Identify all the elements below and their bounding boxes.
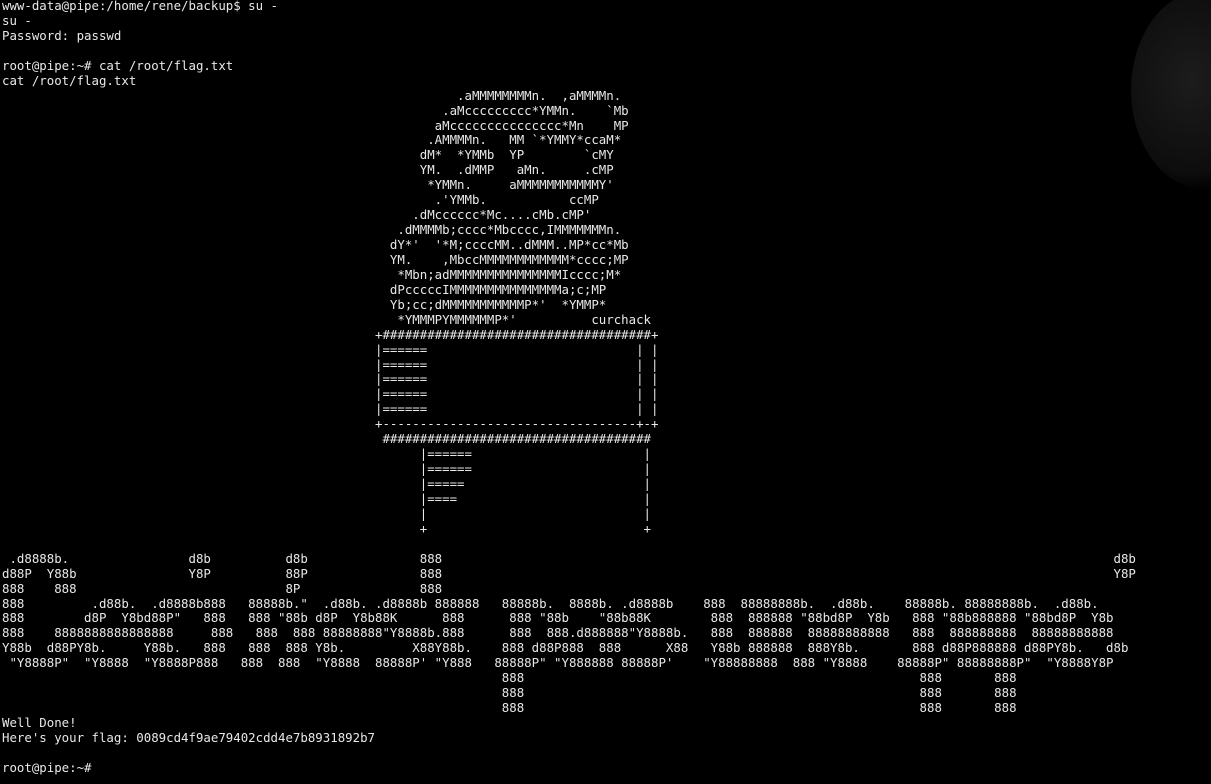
terminal-line: dPcccccIMMMMMMMMMMMMMMMa;c;MP [2,281,607,297]
terminal-line: .d8888b. d8b d8b 888 d8b [2,550,1136,566]
terminal-line: |====== | | [2,356,659,372]
terminal-line: d88P Y88b Y8P 88P 888 Y8P [2,565,1136,581]
terminal-line: |====== | | [2,401,659,417]
terminal-line: |====== | | [2,371,659,387]
terminal-line: 888 888 8P 888 [2,580,443,596]
terminal-line: 888 888 888 [2,670,1017,686]
terminal-line: 888 888 888 [2,685,1017,701]
terminal-line: |====== | [2,461,652,477]
terminal-line: 888 8888888888888888 888 888 888 8888888… [2,625,1114,641]
terminal-line: .AMMMMn. MM `*YMMY*ccaM* [2,132,622,148]
terminal-line: +----------------------------------+-+ [2,416,659,432]
terminal-line: aMccccccccccccccc*Mn MP [2,117,629,133]
terminal-line: *YMMMPYMMMMMMP*' curchack [2,311,652,327]
terminal-line: +####################################+ [2,326,659,342]
terminal-line: 888 .d88b. .d8888b888 88888b." .d88b. .d… [2,595,1099,611]
terminal-line: Y88b d88PY8b. Y88b. 888 888 888 Y8b. X88… [2,640,1129,656]
terminal-line: Here's your flag: 0089cd4f9ae79402cdd4e7… [2,729,375,745]
terminal-line: #################################### [2,431,652,447]
terminal-line: dY*' '*M;ccccMM..dMMM..MP*cc*Mb [2,237,629,252]
terminal-line: YM. ,MbccMMMMMMMMMMMM*cccc;MP [2,251,629,267]
terminal-window[interactable]: www-data@pipe:/home/rene/backup$ su - su … [0,0,1211,784]
terminal-line: .'YMMb. ccMP [2,192,599,208]
terminal-line: |==== | [2,490,652,506]
terminal-line: |====== | [2,446,652,462]
terminal-line: .aMMMMMMMMn. ,aMMMMn. [2,87,622,103]
terminal-line: Well Done! [2,715,77,730]
terminal-line: dM* *YMMb YP `cMY [2,147,614,163]
terminal-output: www-data@pipe:/home/rene/backup$ su - su … [2,0,1136,776]
terminal-line: *Mbn;adMMMMMMMMMMMMMMMIcccc;M* [2,266,622,282]
terminal-line: YM. .dMMP aMn. .cMP [2,162,614,178]
shell-prompt[interactable]: root@pipe:~# [2,760,1136,776]
terminal-line: .dMMMMb;cccc*Mbcccc,IMMMMMMMn. [2,222,622,238]
terminal-line: Yb;cc;dMMMMMMMMMMMP*' *YMMP* [2,296,607,312]
terminal-line: |====== | | [2,341,659,357]
terminal-line: + + [2,520,652,536]
terminal-line: |====== | | [2,386,659,402]
terminal-line: |===== | [2,476,652,491]
terminal-line: www-data@pipe:/home/rene/backup$ su - [2,0,279,13]
terminal-line: su - [2,12,32,28]
terminal-line: 888 d8P Y8bd88P" 888 888 "88b d8P Y8b88K… [2,610,1114,626]
terminal-line: *YMMn. aMMMMMMMMMMMY' [2,177,614,193]
terminal-line: root@pipe:~# cat /root/flag.txt [2,57,234,73]
terminal-line: cat /root/flag.txt [2,72,137,88]
terminal-line: .dMcccccc*Mc....cMb.cMP' [2,207,592,223]
terminal-line: | | [2,505,652,521]
background-shape [1131,0,1211,190]
terminal-line: Password: passwd [2,27,122,43]
terminal-line: 888 888 888 [2,700,1017,716]
terminal-line: "Y8888P" "Y8888 "Y8888P888 888 888 "Y888… [2,655,1114,671]
terminal-line: .aMccccccccc*YMMn. `Mb [2,102,629,118]
